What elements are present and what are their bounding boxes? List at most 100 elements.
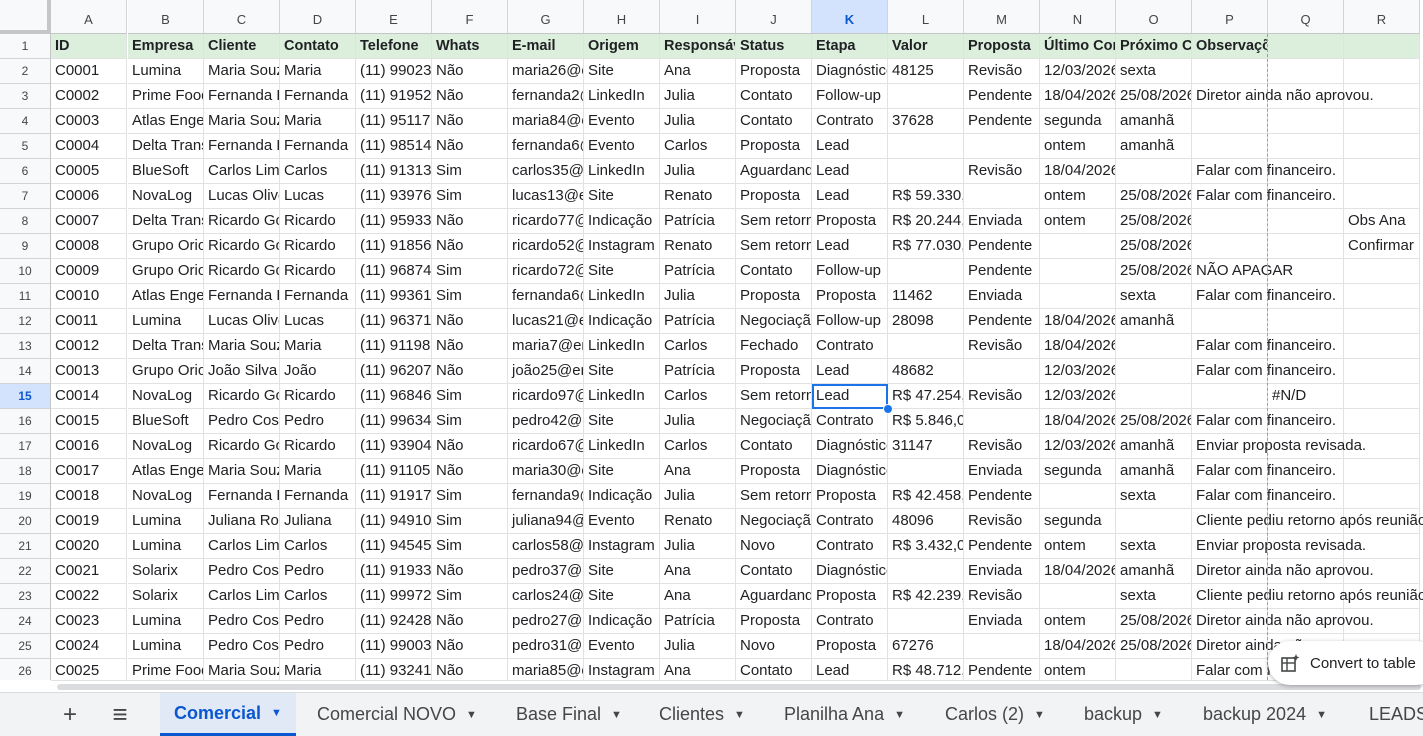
cell[interactable]: sexta bbox=[1116, 484, 1192, 509]
cell[interactable]: Falar com financeiro. bbox=[1192, 484, 1336, 509]
cell[interactable]: LinkedIn bbox=[584, 384, 660, 409]
cell[interactable]: Grupo Orion bbox=[128, 259, 204, 284]
cell[interactable]: fernanda9@email.com bbox=[508, 484, 584, 509]
cell[interactable]: Carlos bbox=[280, 159, 356, 184]
cell[interactable]: Julia bbox=[660, 534, 736, 559]
chevron-down-icon[interactable]: ▼ bbox=[1316, 709, 1327, 721]
cell[interactable]: Diagnóstico bbox=[812, 59, 888, 84]
cell[interactable]: Indicação bbox=[584, 484, 660, 509]
cell[interactable]: Maria Souza bbox=[204, 659, 280, 680]
cell[interactable]: Sem retorno bbox=[736, 209, 812, 234]
cell[interactable]: Grupo Orion bbox=[128, 234, 204, 259]
cell[interactable]: Pendente bbox=[964, 84, 1040, 109]
cell[interactable]: BlueSoft bbox=[128, 159, 204, 184]
cell[interactable] bbox=[964, 409, 1040, 434]
cell[interactable]: Ana bbox=[660, 59, 736, 84]
cell[interactable]: Diretor ainda não aprovou. bbox=[1192, 84, 1374, 109]
row-header-14[interactable]: 14 bbox=[0, 359, 51, 384]
cell[interactable]: Indicação bbox=[584, 309, 660, 334]
header-cell[interactable]: Telefone bbox=[356, 34, 432, 59]
cell[interactable]: Sem retorno bbox=[736, 234, 812, 259]
chevron-down-icon[interactable]: ▼ bbox=[734, 709, 745, 721]
cell[interactable]: Maria Souza bbox=[204, 334, 280, 359]
cell[interactable]: Falar com financeiro. bbox=[1192, 284, 1336, 309]
cell[interactable]: maria30@email.com bbox=[508, 459, 584, 484]
cell[interactable] bbox=[964, 359, 1040, 384]
cell[interactable]: Maria bbox=[280, 59, 356, 84]
row-header-6[interactable]: 6 bbox=[0, 159, 51, 184]
cell[interactable]: 18/04/2026 bbox=[1040, 84, 1116, 109]
cell[interactable]: C0008 bbox=[51, 234, 127, 259]
cell[interactable]: 25/08/2026 bbox=[1116, 234, 1192, 259]
cell[interactable]: (11) 96846-7142 bbox=[356, 384, 432, 409]
header-cell[interactable]: Origem bbox=[584, 34, 660, 59]
cell[interactable]: ontem bbox=[1040, 609, 1116, 634]
chevron-down-icon[interactable]: ▼ bbox=[894, 709, 905, 721]
cell[interactable]: maria84@email.com bbox=[508, 109, 584, 134]
cell[interactable]: Delta Transportes bbox=[128, 334, 204, 359]
cell[interactable] bbox=[1344, 284, 1420, 309]
cell[interactable]: ontem bbox=[1040, 659, 1116, 680]
column-header-i[interactable]: I bbox=[660, 0, 736, 34]
cell[interactable]: Contrato bbox=[812, 509, 888, 534]
cell[interactable]: Não bbox=[432, 109, 508, 134]
cell[interactable]: Cliente pediu retorno após reunião. bbox=[1192, 584, 1423, 609]
cell[interactable]: Sim bbox=[432, 584, 508, 609]
cell[interactable]: (11) 96371-5540 bbox=[356, 309, 432, 334]
cell[interactable]: Evento bbox=[584, 634, 660, 659]
cell[interactable]: Sim bbox=[432, 384, 508, 409]
cell[interactable]: Fernanda Lima bbox=[204, 84, 280, 109]
cell[interactable]: R$ 5.846,00 bbox=[888, 409, 964, 434]
column-header-c[interactable]: C bbox=[204, 0, 280, 34]
cell[interactable]: C0019 bbox=[51, 509, 127, 534]
cell[interactable]: Enviar proposta revisada. bbox=[1192, 434, 1366, 459]
cell[interactable] bbox=[1344, 109, 1420, 134]
column-header-p[interactable]: P bbox=[1192, 0, 1268, 34]
cell[interactable]: 25/08/2026 bbox=[1116, 634, 1192, 659]
cell[interactable]: amanhã bbox=[1116, 559, 1192, 584]
cell[interactable]: Carlos bbox=[280, 584, 356, 609]
cell[interactable]: 48125 bbox=[888, 59, 964, 84]
cell[interactable]: 18/04/2026 bbox=[1040, 559, 1116, 584]
column-header-k[interactable]: K bbox=[812, 0, 888, 34]
cell[interactable]: LinkedIn bbox=[584, 159, 660, 184]
cell[interactable]: NÃO APAGAR bbox=[1192, 259, 1293, 284]
cell[interactable]: Carlos Lima bbox=[204, 159, 280, 184]
cell[interactable]: Evento bbox=[584, 109, 660, 134]
cell[interactable]: C0018 bbox=[51, 484, 127, 509]
cell[interactable] bbox=[1344, 259, 1420, 284]
cell[interactable]: ontem bbox=[1040, 134, 1116, 159]
cell[interactable]: 12/03/2026 bbox=[1040, 359, 1116, 384]
cell[interactable] bbox=[1344, 484, 1420, 509]
cell[interactable]: Revisão bbox=[964, 59, 1040, 84]
cell[interactable]: Diagnóstico bbox=[812, 559, 888, 584]
cell[interactable]: ontem bbox=[1040, 184, 1116, 209]
cell[interactable]: carlos58@email.com bbox=[508, 534, 584, 559]
cell[interactable]: C0001 bbox=[51, 59, 127, 84]
cell[interactable]: Site bbox=[584, 409, 660, 434]
convert-to-table-chip[interactable]: Convert to table bbox=[1268, 641, 1423, 685]
cell[interactable]: R$ 42.239,00 bbox=[888, 584, 964, 609]
cell[interactable]: Ricardo Gomes bbox=[204, 434, 280, 459]
cell[interactable]: (11) 96874-3356 bbox=[356, 259, 432, 284]
cell[interactable]: Negociação bbox=[736, 409, 812, 434]
cell[interactable]: maria26@email.com bbox=[508, 59, 584, 84]
cell[interactable]: Proposta bbox=[736, 459, 812, 484]
header-cell[interactable]: Último Contato bbox=[1040, 34, 1116, 59]
chevron-down-icon[interactable]: ▼ bbox=[271, 707, 282, 719]
cell[interactable]: R$ 77.030,00 bbox=[888, 234, 964, 259]
cell[interactable]: Site bbox=[584, 359, 660, 384]
cell[interactable]: Maria bbox=[280, 659, 356, 680]
cell[interactable] bbox=[1344, 459, 1420, 484]
cell[interactable] bbox=[1192, 134, 1268, 159]
cell[interactable]: Pedro bbox=[280, 634, 356, 659]
cell[interactable]: segunda bbox=[1040, 109, 1116, 134]
row-header-17[interactable]: 17 bbox=[0, 434, 51, 459]
header-cell[interactable]: ID bbox=[51, 34, 127, 59]
cell[interactable]: Diretor ainda não aprovou. bbox=[1192, 634, 1374, 659]
cell[interactable] bbox=[1040, 234, 1116, 259]
cell[interactable]: ricardo77@email.com bbox=[508, 209, 584, 234]
cell[interactable]: Maria bbox=[280, 334, 356, 359]
cell[interactable]: Sem retorno bbox=[736, 384, 812, 409]
cell[interactable]: Fernanda bbox=[280, 134, 356, 159]
